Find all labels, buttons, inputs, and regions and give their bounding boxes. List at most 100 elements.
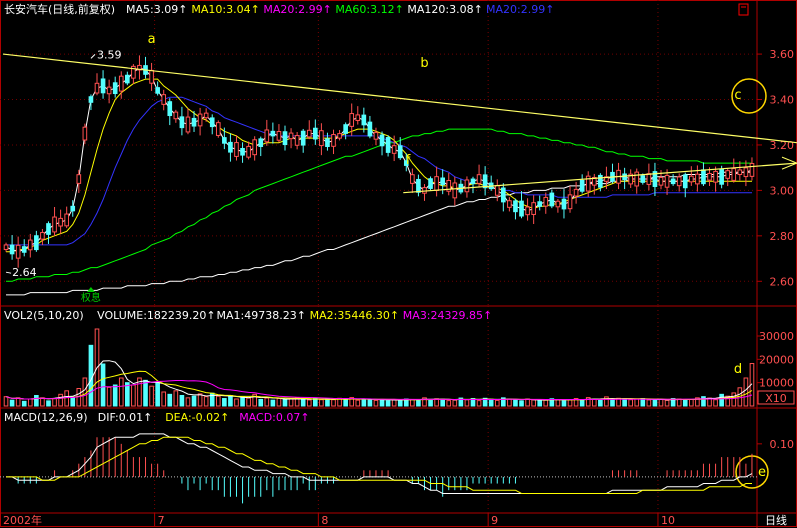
candle [670, 174, 676, 186]
candle-body [34, 235, 39, 251]
candle [749, 157, 755, 181]
candle [355, 106, 361, 125]
candle [610, 163, 615, 184]
price-tick-label: 3.60 [770, 48, 795, 61]
volume-bar [325, 398, 330, 407]
volume-bar [391, 399, 397, 407]
candle-body [9, 244, 15, 255]
volume-unit-box: X10 [757, 390, 795, 405]
macd-legend-0: MACD(12,26,9) [4, 411, 88, 424]
x-tick-label: 10 [661, 514, 675, 527]
volume-bar [197, 393, 203, 407]
volume-legend-0: VOL2(5,10,20) [4, 309, 84, 322]
candle [15, 236, 21, 268]
volume-bar [343, 398, 348, 407]
candle [494, 179, 500, 202]
candle-body [470, 178, 476, 185]
candle-body [701, 169, 706, 185]
candle [276, 124, 282, 143]
candle-body [325, 138, 330, 148]
volume-bar [355, 399, 361, 407]
ma-legend-2: MA20:2.99↑ [263, 3, 331, 16]
candle [507, 197, 512, 212]
candle-body [112, 82, 118, 95]
x-tick-label: 2002年 [3, 513, 42, 527]
candle [179, 106, 185, 136]
candle [3, 242, 9, 252]
candle [209, 114, 215, 135]
candle [737, 161, 743, 181]
volume-bar [319, 399, 324, 407]
candle-body [276, 131, 282, 141]
candle [34, 230, 39, 252]
candle [46, 221, 51, 244]
candle [573, 181, 579, 204]
candle-body [88, 96, 94, 103]
volume-bar [82, 377, 88, 407]
candle [731, 158, 737, 183]
candle [167, 98, 173, 126]
volume-legend-2: MA1:49738.23↑ [217, 309, 306, 322]
candle [313, 119, 318, 145]
candle-body [707, 172, 712, 181]
candle-body [513, 200, 518, 213]
ma-line-ma20 [6, 96, 752, 246]
candle [646, 163, 652, 191]
dea-line [6, 436, 752, 494]
candle-body [749, 163, 755, 177]
candle-body [209, 117, 215, 128]
volume-bar [622, 398, 627, 407]
candle-body [391, 145, 397, 154]
candle-body [76, 174, 82, 184]
candle-body [452, 182, 458, 199]
candle-body [525, 206, 530, 216]
volume-ma1-line [5, 360, 753, 401]
volume-bar [628, 399, 633, 407]
volume-bar [222, 398, 227, 407]
volume-bar [531, 399, 536, 407]
candle-body [695, 173, 700, 185]
volume-y-axis: 30000 20000 10000 [757, 330, 794, 390]
volume-bar [379, 398, 385, 407]
candle-body [646, 173, 652, 185]
candle-body [228, 141, 233, 153]
volume-bar [331, 399, 336, 407]
timeframe-label: 日线 [765, 513, 787, 527]
candle-body [331, 134, 336, 147]
annotation-b: b [420, 56, 428, 71]
candle [137, 55, 142, 80]
volume-legend-3: MA2:35446.30↑ [310, 309, 399, 322]
candle-body [52, 216, 57, 233]
volume-bar [525, 398, 530, 407]
volume-bar [40, 397, 45, 407]
volume-bar [579, 399, 585, 407]
candle-body [15, 244, 21, 259]
candle-body [349, 113, 355, 127]
candle-body [543, 196, 549, 207]
volume-bar [561, 399, 567, 407]
candle-body [203, 112, 209, 119]
candle [264, 119, 270, 146]
candle-body [343, 124, 348, 134]
x-axis: 2002年 7 8 9 10 日线 [3, 513, 787, 527]
candle-body [664, 174, 670, 188]
candle [294, 131, 300, 150]
stock-chart-canvas[interactable]: 3.603.403.203.002.802.60长安汽车(日线,前复权) MA5:… [0, 0, 797, 528]
volume-bar [361, 398, 367, 407]
candle [482, 166, 488, 196]
volume-bar [46, 400, 51, 407]
volume-bar [731, 392, 737, 407]
volume-bar [264, 397, 270, 407]
volume-legend-1: VOLUME:182239.20↑ [97, 309, 215, 322]
candle-body [410, 174, 415, 184]
annotation-f: f [406, 153, 411, 168]
event-marker-icon [86, 287, 95, 292]
candle-body [94, 82, 100, 94]
candle [76, 169, 82, 193]
candle-body [573, 188, 579, 197]
kline-chart-window: 3.60 3.40 3.20 3.00 2.80 2.60 长安汽车(日线,前复权) MA5:… [0, 0, 797, 528]
candle [143, 56, 148, 79]
ma-legend-4: MA120:3.08↑ [407, 3, 482, 16]
ma-line-ma60 [6, 128, 752, 282]
candle [682, 172, 688, 198]
